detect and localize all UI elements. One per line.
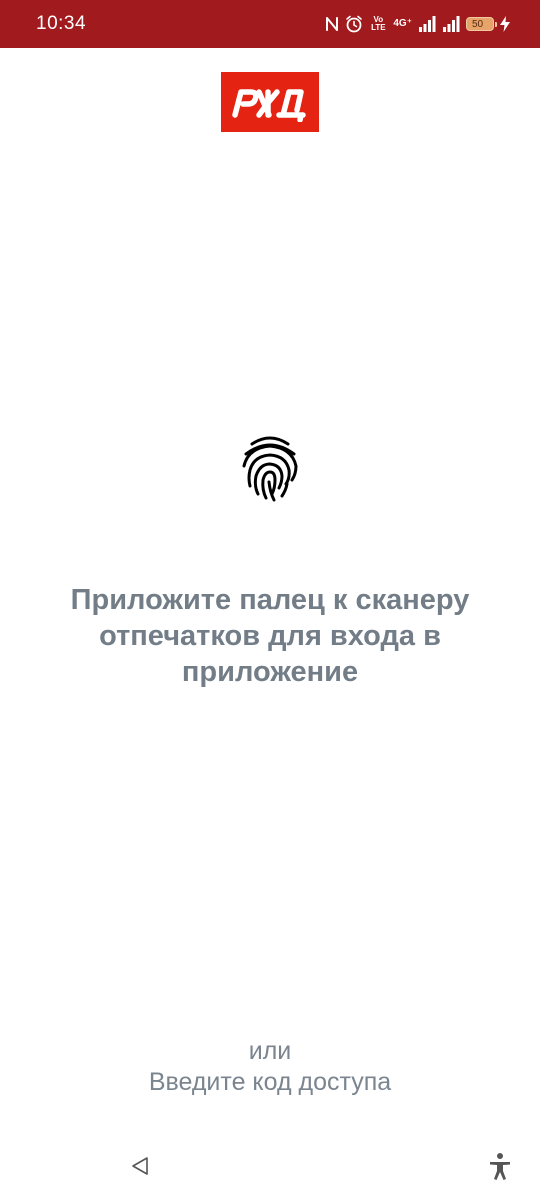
back-triangle-icon[interactable] [128, 1154, 152, 1178]
rzd-logo [221, 72, 319, 132]
volte-indicator: Vo LTE [369, 16, 387, 32]
fingerprint-icon[interactable] [238, 434, 302, 502]
status-time: 10:34 [36, 13, 87, 34]
status-bar: 10:34 Vo LTE 4G⁺ 50 [0, 0, 540, 48]
volte-line2: LTE [371, 23, 386, 32]
alarm-icon [346, 15, 363, 33]
enter-code-link[interactable]: Введите код доступа [120, 1066, 420, 1098]
nfc-icon [326, 17, 339, 31]
accessibility-icon[interactable] [488, 1152, 512, 1180]
rzd-logo-icon [232, 89, 306, 122]
fingerprint-prompt: Приложите палец к сканеру отпечатков для… [70, 584, 470, 688]
or-label: или [248, 1037, 292, 1065]
signal-icon-2 [443, 16, 460, 32]
charging-icon [500, 16, 510, 32]
battery-indicator: 50 [466, 17, 497, 31]
signal-icon-1 [419, 16, 436, 32]
status-icons: Vo LTE 4G⁺ 50 [325, 13, 510, 35]
network-type: 4G⁺ [393, 18, 412, 29]
